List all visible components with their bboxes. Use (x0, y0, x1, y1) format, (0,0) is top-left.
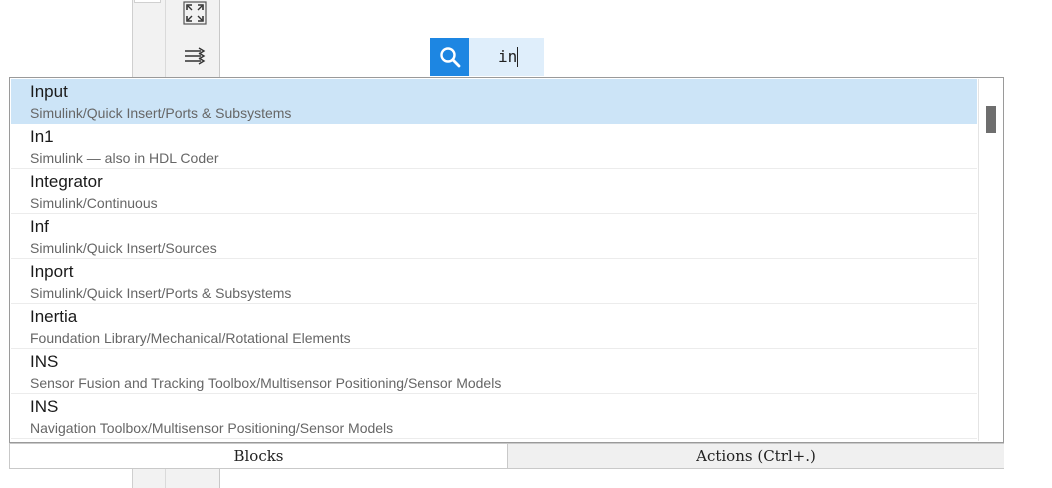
result-path: Simulink/Quick Insert/Ports & Subsystems (30, 105, 292, 121)
result-item-inertia[interactable]: Inertia Foundation Library/Mechanical/Ro… (11, 304, 977, 349)
result-item-in1[interactable]: In1 Simulink — also in HDL Coder (11, 124, 977, 169)
result-item-input[interactable]: Input Simulink/Quick Insert/Ports & Subs… (11, 79, 977, 124)
quick-insert-search (430, 38, 544, 76)
results-scrollbar[interactable] (978, 79, 1002, 441)
result-name: INS (30, 352, 59, 371)
result-path: Simulink/Continuous (30, 195, 158, 211)
result-item-inf[interactable]: Inf Simulink/Quick Insert/Sources (11, 214, 977, 259)
result-path: Simulink — also in HDL Coder (30, 150, 219, 166)
result-path: Foundation Library/Mechanical/Rotational… (30, 330, 351, 346)
result-path: Sensor Fusion and Tracking Toolbox/Multi… (30, 375, 502, 391)
tab-actions[interactable]: Actions (Ctrl+.) (508, 444, 1004, 468)
result-name: Inertia (30, 307, 78, 326)
search-button[interactable] (430, 38, 469, 76)
result-name: INS (30, 397, 59, 416)
result-item-ins-sensor-fusion[interactable]: INS Sensor Fusion and Tracking Toolbox/M… (11, 349, 977, 394)
result-name: In1 (30, 127, 54, 146)
route-lines-icon[interactable] (183, 44, 207, 68)
text-caret (517, 47, 518, 67)
result-item-ins-navigation[interactable]: INS Navigation Toolbox/Multisensor Posit… (11, 394, 977, 439)
result-name: Input (30, 82, 68, 101)
result-item-integrator[interactable]: Integrator Simulink/Continuous (11, 169, 977, 214)
result-name: Inf (30, 217, 49, 236)
fit-to-view-icon[interactable] (183, 1, 207, 25)
result-path: Simulink/Quick Insert/Sources (30, 240, 217, 256)
results-list: Input Simulink/Quick Insert/Ports & Subs… (11, 79, 977, 439)
search-scope-tabs: Blocks Actions (Ctrl+.) (9, 443, 1004, 469)
result-path: Simulink/Quick Insert/Ports & Subsystems (30, 285, 292, 301)
search-icon (439, 47, 460, 68)
result-name: Inport (30, 262, 74, 281)
search-input[interactable] (469, 38, 544, 76)
scrollbar-thumb[interactable] (986, 106, 996, 133)
result-item-inport[interactable]: Inport Simulink/Quick Insert/Ports & Sub… (11, 259, 977, 304)
result-name: Integrator (30, 172, 103, 191)
tab-blocks[interactable]: Blocks (10, 444, 508, 468)
result-path: Navigation Toolbox/Multisensor Positioni… (30, 420, 394, 436)
toolbar-button-stub[interactable] (134, 0, 161, 3)
search-results-popup: Input Simulink/Quick Insert/Ports & Subs… (9, 77, 1004, 443)
